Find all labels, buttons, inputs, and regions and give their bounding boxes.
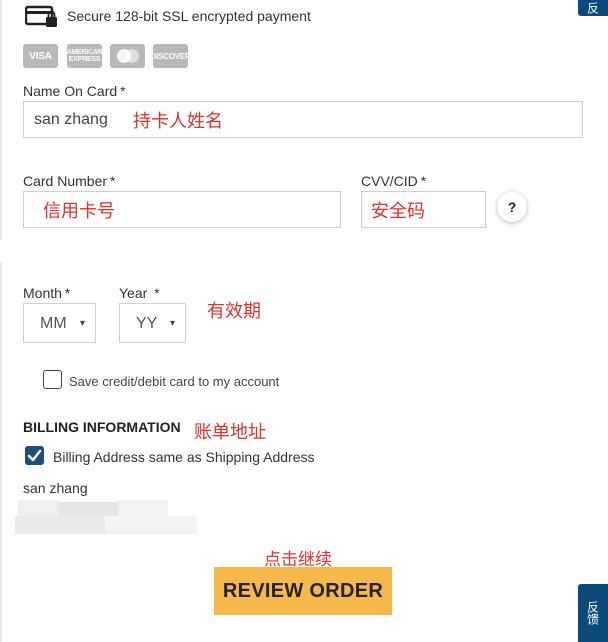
chevron-down-icon: ▾	[79, 318, 85, 329]
card-number-annotation: 信用卡号	[43, 201, 115, 222]
month-select[interactable]: MM ▾	[23, 303, 96, 343]
required-mark: *	[64, 285, 71, 301]
save-card-label: Save credit/debit card to my account	[69, 374, 280, 389]
amex-card-icon: AMERICAN EXPRESS	[66, 44, 103, 68]
year-label-text: Year	[119, 285, 148, 301]
name-on-card-label-text: Name On Card	[23, 83, 118, 99]
year-select[interactable]: YY ▾	[119, 303, 186, 343]
name-on-card-annotation: 持卡人姓名	[133, 111, 223, 132]
cvv-help-button[interactable]: ?	[497, 192, 527, 222]
save-card-checkbox[interactable]	[43, 370, 62, 389]
visa-label: VISA	[29, 50, 52, 62]
mastercard-card-icon	[110, 44, 145, 68]
cvv-label-text: CVV/CID	[361, 173, 418, 189]
name-on-card-label: Name On Card *	[23, 83, 126, 99]
address-redacted	[118, 500, 168, 516]
address-redacted	[105, 516, 197, 534]
review-order-button[interactable]: REVIEW ORDER	[214, 567, 392, 615]
left-border-bottom	[0, 262, 2, 642]
billing-same-checkbox[interactable]	[25, 446, 44, 465]
visa-card-icon: VISA	[23, 44, 58, 68]
billing-heading: BILLING INFORMATION	[23, 419, 181, 435]
chevron-down-icon: ▾	[169, 318, 175, 329]
help-icon: ?	[507, 199, 517, 215]
month-label: Month *	[23, 285, 70, 301]
cvv-label: CVV/CID *	[361, 173, 426, 189]
amex-label: AMERICAN EXPRESS	[66, 49, 103, 63]
month-label-text: Month	[23, 285, 62, 301]
billing-same-label: Billing Address same as Shipping Address	[53, 449, 315, 465]
address-redacted	[58, 502, 118, 516]
feedback-tab[interactable]: 反馈	[578, 584, 608, 642]
year-select-value: YY	[136, 315, 158, 332]
expiry-annotation: 有效期	[207, 301, 261, 322]
year-label: Year *	[119, 285, 160, 301]
required-mark: *	[420, 173, 427, 189]
address-redacted	[18, 500, 58, 516]
secure-payment-text: Secure 128-bit SSL encrypted payment	[67, 8, 311, 24]
side-tab-top-label: 反	[585, 2, 600, 14]
name-on-card-input[interactable]: san zhang	[23, 101, 583, 138]
card-number-label-text: Card Number	[23, 173, 108, 189]
cvv-annotation: 安全码	[371, 201, 425, 222]
required-mark: *	[120, 83, 126, 99]
feedback-tab-label: 反馈	[585, 601, 600, 625]
name-on-card-value: san zhang	[34, 111, 108, 128]
billing-annotation: 账单地址	[194, 422, 266, 443]
side-tab-top[interactable]: 反	[578, 0, 608, 16]
required-mark: *	[110, 173, 116, 189]
card-lock-icon	[24, 5, 59, 29]
card-number-label: Card Number *	[23, 173, 115, 189]
discover-label: DISCOVER	[150, 51, 191, 61]
address-redacted	[15, 516, 105, 534]
month-select-value: MM	[40, 315, 67, 332]
billing-name: san zhang	[23, 480, 88, 496]
checkmark-icon	[27, 449, 42, 462]
required-mark: *	[154, 285, 160, 301]
discover-card-icon: DISCOVER	[150, 44, 191, 68]
left-border-top	[0, 0, 2, 240]
